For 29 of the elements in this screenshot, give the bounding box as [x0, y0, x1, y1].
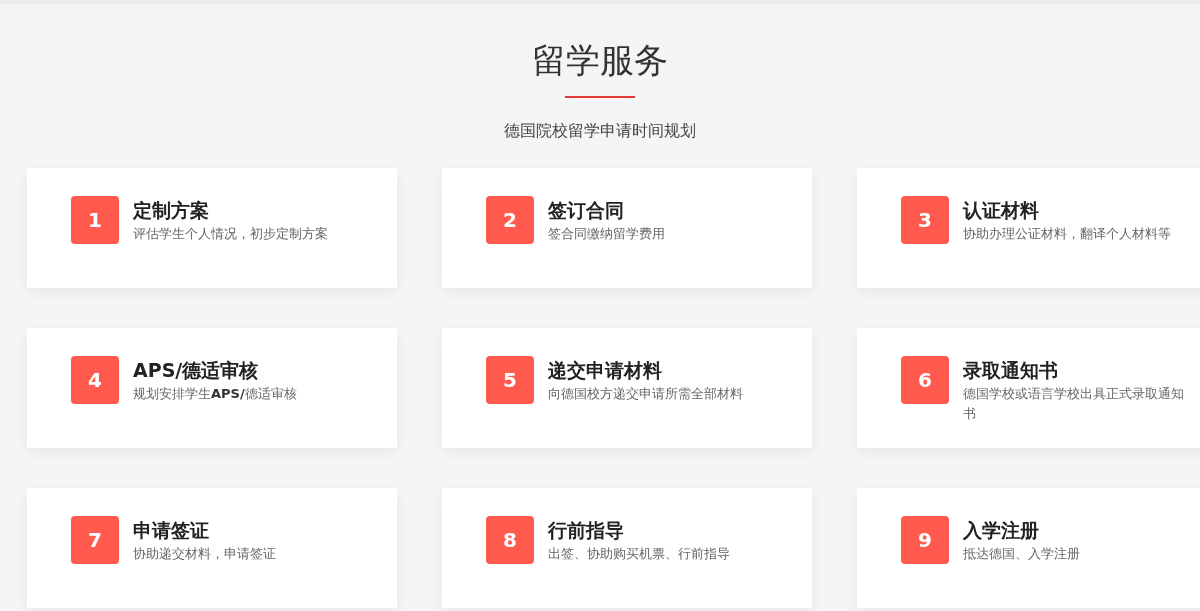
- step-number: 3: [901, 196, 949, 244]
- step-number: 5: [486, 356, 534, 404]
- step-description: 抵达德国、入学注册: [963, 545, 1081, 563]
- step-title: 认证材料: [963, 198, 1040, 222]
- step-number: 6: [901, 356, 949, 404]
- step-number: 9: [901, 516, 949, 564]
- step-title: 签订合同: [548, 198, 625, 222]
- step-description: 德国学校或语言学校出具正式录取通知书: [963, 385, 1185, 423]
- step-description: 向德国校方递交申请所需全部材料: [548, 385, 744, 403]
- step-title: 入学注册: [963, 518, 1040, 542]
- step-number: 8: [486, 516, 534, 564]
- step-number: 4: [71, 356, 119, 404]
- step-description: 出签、协助购买机票、行前指导: [548, 545, 731, 563]
- step-title: APS/德适审核: [133, 358, 260, 382]
- step-description: 规划安排学生APS/德适审核: [133, 385, 298, 403]
- step-title: 定制方案: [133, 198, 210, 222]
- step-description: 签合同缴纳留学费用: [548, 225, 666, 243]
- step-description: 评估学生个人情况，初步定制方案: [133, 225, 329, 243]
- section-title: 留学服务: [532, 39, 668, 82]
- step-number: 1: [71, 196, 119, 244]
- step-title: 录取通知书: [963, 358, 1059, 382]
- step-title: 行前指导: [548, 518, 625, 542]
- step-number: 7: [71, 516, 119, 564]
- section-subtitle: 德国院校留学申请时间规划: [504, 120, 696, 142]
- step-number: 2: [486, 196, 534, 244]
- step-title: 递交申请材料: [548, 358, 663, 382]
- step-title: 申请签证: [133, 518, 210, 542]
- step-description: 协助办理公证材料，翻译个人材料等: [963, 225, 1172, 243]
- step-description: 协助递交材料，申请签证: [133, 545, 277, 563]
